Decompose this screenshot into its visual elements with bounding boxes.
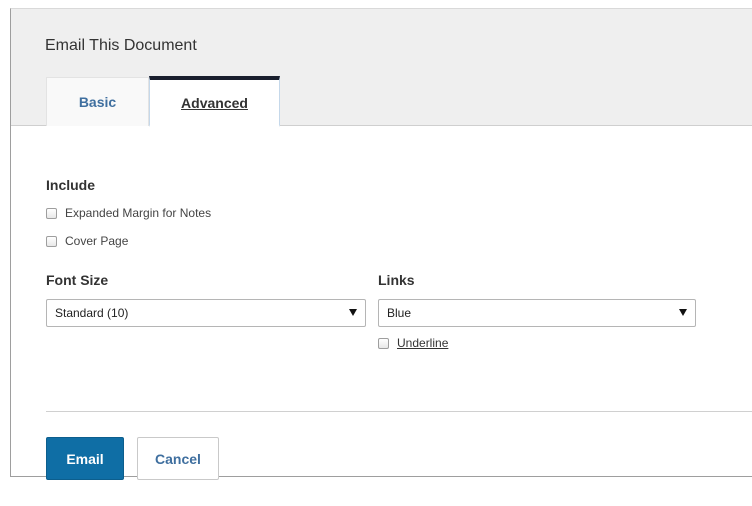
font-size-label: Font Size — [46, 272, 109, 288]
expanded-margin-label: Expanded Margin for Notes — [65, 206, 212, 220]
font-size-value: Standard (10) — [55, 306, 129, 320]
tab-advanced[interactable]: Advanced — [149, 76, 280, 127]
email-button[interactable]: Email — [46, 437, 124, 480]
tab-basic[interactable]: Basic — [46, 77, 149, 126]
font-size-select[interactable]: Standard (10) — [46, 299, 366, 327]
cover-page-option[interactable]: Cover Page — [46, 234, 128, 248]
dialog-header: Email This Document Basic Advanced — [11, 9, 752, 127]
links-value: Blue — [387, 306, 412, 320]
cancel-button[interactable]: Cancel — [137, 437, 219, 480]
tab-basic-label: Basic — [78, 94, 117, 110]
chevron-down-icon — [679, 309, 687, 316]
dialog-title: Email This Document — [45, 37, 197, 54]
cover-page-checkbox[interactable] — [46, 235, 57, 247]
email-dialog: Email This Document Basic Advanced Inclu… — [10, 8, 752, 480]
underline-option[interactable]: Underline — [378, 336, 448, 350]
underline-checkbox[interactable] — [378, 337, 389, 349]
footer-divider — [46, 411, 752, 412]
underline-label: Underline — [397, 336, 449, 350]
chevron-down-icon — [349, 309, 357, 316]
cover-page-label: Cover Page — [65, 234, 129, 248]
expanded-margin-option[interactable]: Expanded Margin for Notes — [46, 206, 211, 220]
links-select[interactable]: Blue — [378, 299, 696, 327]
links-label: Links — [378, 272, 415, 288]
include-label: Include — [46, 177, 96, 193]
expanded-margin-checkbox[interactable] — [46, 207, 57, 219]
tab-advanced-label: Advanced — [181, 94, 248, 111]
